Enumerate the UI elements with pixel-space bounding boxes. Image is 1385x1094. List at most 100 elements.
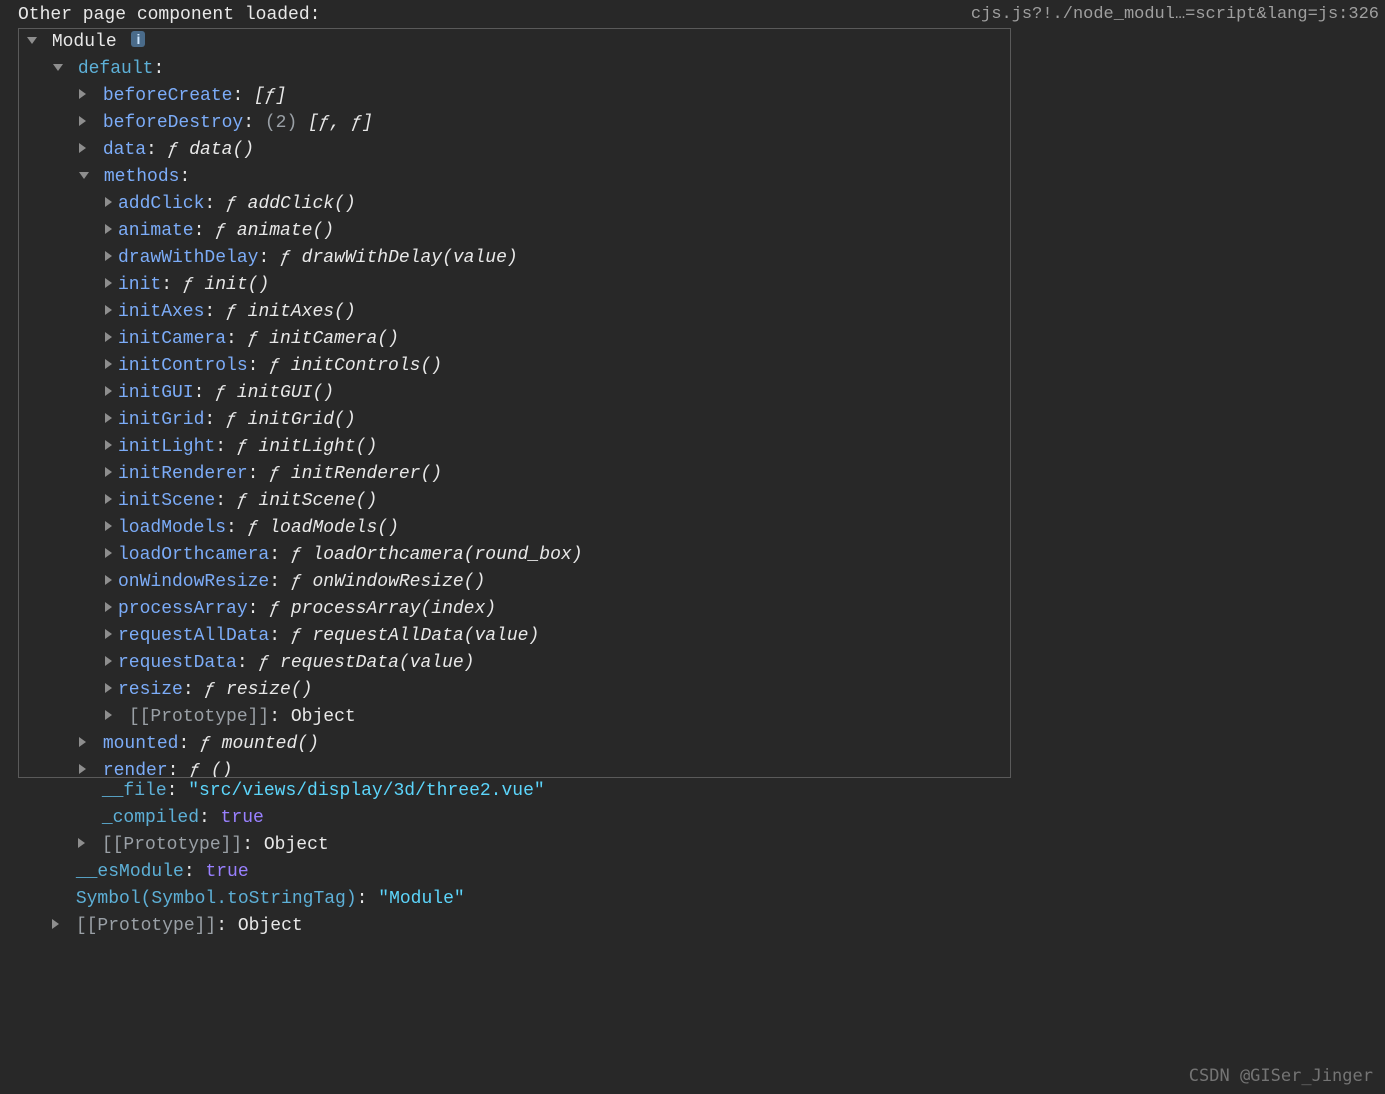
prop-value: Object xyxy=(238,916,303,936)
prop-value: "Module" xyxy=(378,889,464,909)
object-inspector: Module i default: beforeCreate: [ƒ] befo… xyxy=(18,28,1011,778)
function-symbol: ƒ xyxy=(189,761,211,778)
function-name: resize() xyxy=(226,680,312,700)
function-name: initControls() xyxy=(291,356,442,376)
chevron-right-icon xyxy=(105,278,112,288)
prop-key: __esModule xyxy=(76,862,184,882)
tree-row-method[interactable]: initControls: ƒ initControls() xyxy=(19,353,1010,380)
prop-key: methods xyxy=(104,167,180,187)
tree-row-method[interactable]: initScene: ƒ initScene() xyxy=(19,488,1010,515)
function-name: init() xyxy=(204,275,269,295)
tree-row-module[interactable]: Module i xyxy=(19,29,1010,56)
function-symbol: ƒ xyxy=(226,194,248,214)
prop-key: initLight xyxy=(118,437,215,457)
chevron-right-icon xyxy=(105,602,112,612)
tree-row-method[interactable]: animate: ƒ animate() xyxy=(19,218,1010,245)
chevron-right-icon xyxy=(105,548,112,558)
tree-row-method[interactable]: initAxes: ƒ initAxes() xyxy=(19,299,1010,326)
prop-key: __file xyxy=(102,781,167,801)
prop-key: initRenderer xyxy=(118,464,248,484)
function-name: loadModels() xyxy=(269,518,399,538)
function-symbol: ƒ xyxy=(226,302,248,322)
tree-row-method[interactable]: loadModels: ƒ loadModels() xyxy=(19,515,1010,542)
prop-key: [[Prototype]] xyxy=(102,835,242,855)
chevron-right-icon xyxy=(105,332,112,342)
function-name: processArray(index) xyxy=(291,599,496,619)
function-name: initScene() xyxy=(258,491,377,511)
tree-row-esModule[interactable]: __esModule: true xyxy=(18,859,1379,886)
function-symbol: ƒ xyxy=(269,599,291,619)
tree-row-file[interactable]: __file: "src/views/display/3d/three2.vue… xyxy=(18,778,1379,805)
chevron-down-icon xyxy=(79,172,89,179)
tree-row-method[interactable]: drawWithDelay: ƒ drawWithDelay(value) xyxy=(19,245,1010,272)
tree-row-method[interactable]: requestAllData: ƒ requestAllData(value) xyxy=(19,623,1010,650)
chevron-right-icon xyxy=(105,386,112,396)
tree-row-render[interactable]: render: ƒ () xyxy=(19,758,1010,778)
function-symbol: ƒ xyxy=(204,680,226,700)
function-symbol: ƒ xyxy=(237,437,259,457)
prop-value: Object xyxy=(264,835,329,855)
function-name: onWindowResize() xyxy=(312,572,485,592)
tree-row-prototype[interactable]: [[Prototype]]: Object xyxy=(18,913,1379,940)
chevron-right-icon xyxy=(105,359,112,369)
tree-row-beforeDestroy[interactable]: beforeDestroy: (2) [ƒ, ƒ] xyxy=(19,110,1010,137)
info-icon[interactable]: i xyxy=(131,31,145,47)
tree-row-method[interactable]: addClick: ƒ addClick() xyxy=(19,191,1010,218)
chevron-right-icon xyxy=(79,737,86,747)
function-name: animate() xyxy=(237,221,334,241)
prop-value: "src/views/display/3d/three2.vue" xyxy=(188,781,544,801)
prop-key: [[Prototype]] xyxy=(129,707,269,727)
function-name: drawWithDelay(value) xyxy=(302,248,518,268)
tree-row-methods[interactable]: methods: xyxy=(19,164,1010,191)
prop-key: loadModels xyxy=(118,518,226,538)
chevron-right-icon xyxy=(105,440,112,450)
chevron-right-icon xyxy=(79,143,86,153)
tree-row-method[interactable]: onWindowResize: ƒ onWindowResize() xyxy=(19,569,1010,596)
tree-row-compiled[interactable]: _compiled: true xyxy=(18,805,1379,832)
function-name: initCamera() xyxy=(269,329,399,349)
function-symbol: ƒ xyxy=(215,221,237,241)
tree-row-method[interactable]: init: ƒ init() xyxy=(19,272,1010,299)
chevron-right-icon xyxy=(105,683,112,693)
console-log-entry: Other page component loaded: cjs.js?!./n… xyxy=(18,4,1379,940)
tree-row-beforeCreate[interactable]: beforeCreate: [ƒ] xyxy=(19,83,1010,110)
function-symbol: ƒ xyxy=(248,329,270,349)
tree-row-method[interactable]: initGUI: ƒ initGUI() xyxy=(19,380,1010,407)
prop-value: Object xyxy=(291,707,356,727)
tree-row-data[interactable]: data: ƒ data() xyxy=(19,137,1010,164)
prop-key: initGUI xyxy=(118,383,194,403)
prop-value: true xyxy=(205,862,248,882)
prop-key: mounted xyxy=(103,734,179,754)
function-symbol: ƒ xyxy=(269,464,291,484)
function-symbol: ƒ xyxy=(215,383,237,403)
function-name: addClick() xyxy=(248,194,356,214)
tree-row-method[interactable]: initLight: ƒ initLight() xyxy=(19,434,1010,461)
function-symbol: ƒ xyxy=(168,140,190,160)
chevron-right-icon xyxy=(105,494,112,504)
prop-key: init xyxy=(118,275,161,295)
tree-row-default[interactable]: default: xyxy=(19,56,1010,83)
chevron-right-icon xyxy=(105,467,112,477)
prop-key: initCamera xyxy=(118,329,226,349)
function-name: initAxes() xyxy=(248,302,356,322)
tree-row-method[interactable]: initRenderer: ƒ initRenderer() xyxy=(19,461,1010,488)
prop-value: [ƒ, ƒ] xyxy=(308,113,373,133)
function-name: loadOrthcamera(round_box) xyxy=(312,545,582,565)
chevron-right-icon xyxy=(105,710,112,720)
tree-row-symbol-toStringTag[interactable]: Symbol(Symbol.toStringTag): "Module" xyxy=(18,886,1379,913)
tree-row-prototype[interactable]: [[Prototype]]: Object xyxy=(19,704,1010,731)
chevron-down-icon xyxy=(53,64,63,71)
tree-row-method[interactable]: loadOrthcamera: ƒ loadOrthcamera(round_b… xyxy=(19,542,1010,569)
tree-row-method[interactable]: processArray: ƒ processArray(index) xyxy=(19,596,1010,623)
tree-row-method[interactable]: resize: ƒ resize() xyxy=(19,677,1010,704)
function-symbol: ƒ xyxy=(237,491,259,511)
prop-key: beforeDestroy xyxy=(103,113,243,133)
tree-row-method[interactable]: requestData: ƒ requestData(value) xyxy=(19,650,1010,677)
tree-row-prototype[interactable]: [[Prototype]]: Object xyxy=(18,832,1379,859)
tree-row-method[interactable]: initCamera: ƒ initCamera() xyxy=(19,326,1010,353)
source-link[interactable]: cjs.js?!./node_modul…=script&lang=js:326 xyxy=(971,4,1379,26)
chevron-right-icon xyxy=(78,838,85,848)
tree-row-mounted[interactable]: mounted: ƒ mounted() xyxy=(19,731,1010,758)
tree-row-method[interactable]: initGrid: ƒ initGrid() xyxy=(19,407,1010,434)
chevron-down-icon xyxy=(27,37,37,44)
